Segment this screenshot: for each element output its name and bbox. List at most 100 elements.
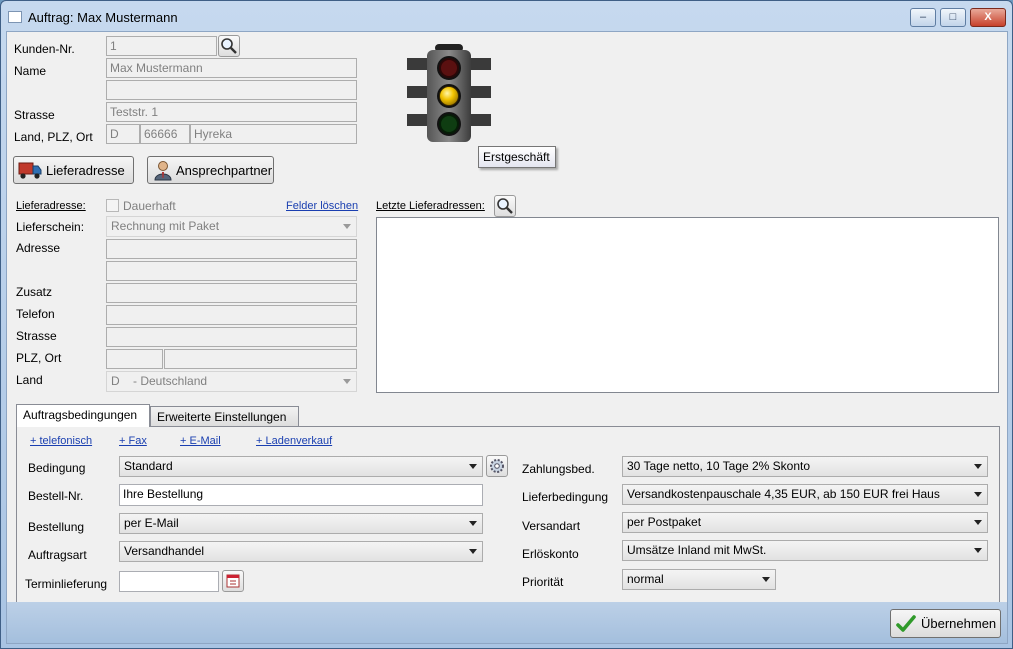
plz-field[interactable]: 66666: [140, 124, 190, 144]
auftragsart-select-value: Versandhandel: [124, 544, 205, 558]
plz-ort-label: PLZ, Ort: [16, 351, 62, 365]
versandart-label: Versandart: [522, 519, 581, 533]
letzte-lieferadressen-list[interactable]: [376, 217, 999, 393]
bedingung-select[interactable]: Standard: [119, 456, 483, 477]
window-icon: [8, 11, 22, 23]
lieferbedingung-select-value: Versandkostenpauschale 4,35 EUR, ab 150 …: [627, 487, 940, 501]
tab-auftragsbedingungen[interactable]: Auftragsbedingungen: [16, 404, 150, 427]
prioritaet-select[interactable]: normal: [622, 569, 776, 590]
terminlieferung-calendar-button[interactable]: [222, 570, 244, 592]
checkmark-icon: [896, 615, 916, 632]
kunden-nr-label: Kunden-Nr.: [14, 42, 75, 56]
land-select-value: D - Deutschland: [111, 374, 208, 388]
auftragsart-label: Auftragsart: [28, 548, 87, 562]
dauerhaft-checkbox[interactable]: [106, 199, 119, 212]
land-field[interactable]: D: [106, 124, 140, 144]
bestell-nr-field[interactable]: Ihre Bestellung: [119, 484, 483, 506]
chevron-down-icon: [974, 548, 982, 553]
bedingung-label: Bedingung: [28, 461, 86, 475]
minimize-button[interactable]: –: [910, 8, 936, 27]
lieferbedingung-select[interactable]: Versandkostenpauschale 4,35 EUR, ab 150 …: [622, 484, 988, 505]
adresse-field-2[interactable]: [106, 261, 357, 281]
close-button[interactable]: X: [970, 8, 1006, 27]
kunden-nr-field[interactable]: 1: [106, 36, 217, 56]
chevron-down-icon: [974, 520, 982, 525]
land-plz-ort-label: Land, PLZ, Ort: [14, 130, 93, 144]
lieferadresse-button[interactable]: Lieferadresse: [13, 156, 134, 184]
chevron-down-icon: [469, 521, 477, 526]
footer-bar: [7, 602, 1007, 643]
window-title: Auftrag: Max Mustermann: [28, 10, 178, 25]
lieferschein-select[interactable]: Rechnung mit Paket: [106, 216, 357, 237]
strasse-label: Strasse: [14, 108, 55, 122]
terminlieferung-field[interactable]: [119, 571, 219, 592]
letzte-lieferadressen-label: Letzte Lieferadressen:: [376, 200, 485, 212]
dauerhaft-label: Dauerhaft: [123, 199, 176, 213]
zahlungsbed-select[interactable]: 30 Tage netto, 10 Tage 2% Skonto: [622, 456, 988, 477]
maximize-button[interactable]: □: [940, 8, 966, 27]
lieferadresse-section-label: Lieferadresse:: [16, 200, 86, 212]
delivery-strasse-field[interactable]: [106, 327, 357, 347]
versandart-select-value: per Postpaket: [627, 515, 702, 529]
telefon-label: Telefon: [16, 307, 55, 321]
traffic-light-tooltip: Erstgeschäft: [478, 146, 556, 168]
quick-link-ladenverkauf[interactable]: + Ladenverkauf: [256, 435, 332, 447]
name-label: Name: [14, 64, 47, 78]
zusatz-field[interactable]: [106, 283, 357, 303]
adresse-field-1[interactable]: [106, 239, 357, 259]
strasse-field[interactable]: Teststr. 1: [106, 102, 357, 122]
auftragsart-select[interactable]: Versandhandel: [119, 541, 483, 562]
search-icon: [221, 38, 237, 54]
letzte-lieferadressen-search-button[interactable]: [494, 195, 516, 217]
name2-field[interactable]: [106, 80, 357, 100]
chevron-down-icon: [343, 379, 351, 384]
chevron-down-icon: [469, 549, 477, 554]
zahlungsbed-select-value: 30 Tage netto, 10 Tage 2% Skonto: [627, 459, 811, 473]
chevron-down-icon: [343, 224, 351, 229]
name-field[interactable]: Max Mustermann: [106, 58, 357, 78]
bedingung-settings-button[interactable]: [486, 455, 508, 477]
title-bar: Auftrag: Max Mustermann – □ X: [1, 1, 1012, 31]
quick-link-telefonisch[interactable]: + telefonisch: [30, 435, 92, 447]
bestellung-select[interactable]: per E-Mail: [119, 513, 483, 534]
lieferbedingung-label: Lieferbedingung: [522, 490, 609, 504]
terminlieferung-label: Terminlieferung: [25, 577, 108, 591]
calendar-icon: [226, 574, 240, 588]
truck-icon: [18, 162, 42, 179]
delivery-plz-field[interactable]: [106, 349, 163, 369]
delivery-ort-field[interactable]: [164, 349, 357, 369]
felder-loeschen-link[interactable]: Felder löschen: [286, 200, 358, 212]
client-area: Kunden-Nr. 1 Name Max Mustermann Strasse…: [6, 31, 1008, 644]
erloeskonto-select[interactable]: Umsätze Inland mit MwSt.: [622, 540, 988, 561]
lieferadresse-button-label: Lieferadresse: [46, 163, 125, 178]
traffic-light-icon: [407, 44, 491, 142]
lieferschein-select-value: Rechnung mit Paket: [111, 219, 220, 233]
uebernehmen-button-label: Übernehmen: [921, 616, 997, 631]
bedingung-select-value: Standard: [124, 459, 173, 473]
delivery-strasse-label: Strasse: [16, 329, 57, 343]
land-select[interactable]: D - Deutschland: [106, 371, 357, 392]
bestell-nr-label: Bestell-Nr.: [28, 489, 84, 503]
chevron-down-icon: [469, 464, 477, 469]
quick-link-email[interactable]: + E-Mail: [180, 435, 221, 447]
contact-person-icon: [154, 161, 172, 181]
tab-erweiterte-einstellungen[interactable]: Erweiterte Einstellungen: [150, 406, 299, 427]
land-label: Land: [16, 373, 43, 387]
gear-icon: [490, 459, 504, 473]
erloeskonto-label: Erlöskonto: [522, 547, 579, 561]
quick-link-fax[interactable]: + Fax: [119, 435, 147, 447]
ort-field[interactable]: Hyreka: [190, 124, 357, 144]
prioritaet-select-value: normal: [627, 572, 664, 586]
search-icon: [497, 198, 513, 214]
uebernehmen-button[interactable]: Übernehmen: [890, 609, 1001, 638]
prioritaet-label: Priorität: [522, 575, 564, 589]
customer-search-button[interactable]: [218, 35, 240, 57]
lieferschein-label: Lieferschein:: [16, 220, 85, 234]
telefon-field[interactable]: [106, 305, 357, 325]
tab-panel-auftragsbedingungen: + telefonisch + Fax + E-Mail + Ladenverk…: [16, 426, 1000, 604]
order-window: Auftrag: Max Mustermann – □ X Kunden-Nr.…: [0, 0, 1013, 649]
versandart-select[interactable]: per Postpaket: [622, 512, 988, 533]
ansprechpartner-button[interactable]: Ansprechpartner: [147, 156, 274, 184]
chevron-down-icon: [974, 492, 982, 497]
chevron-down-icon: [974, 464, 982, 469]
